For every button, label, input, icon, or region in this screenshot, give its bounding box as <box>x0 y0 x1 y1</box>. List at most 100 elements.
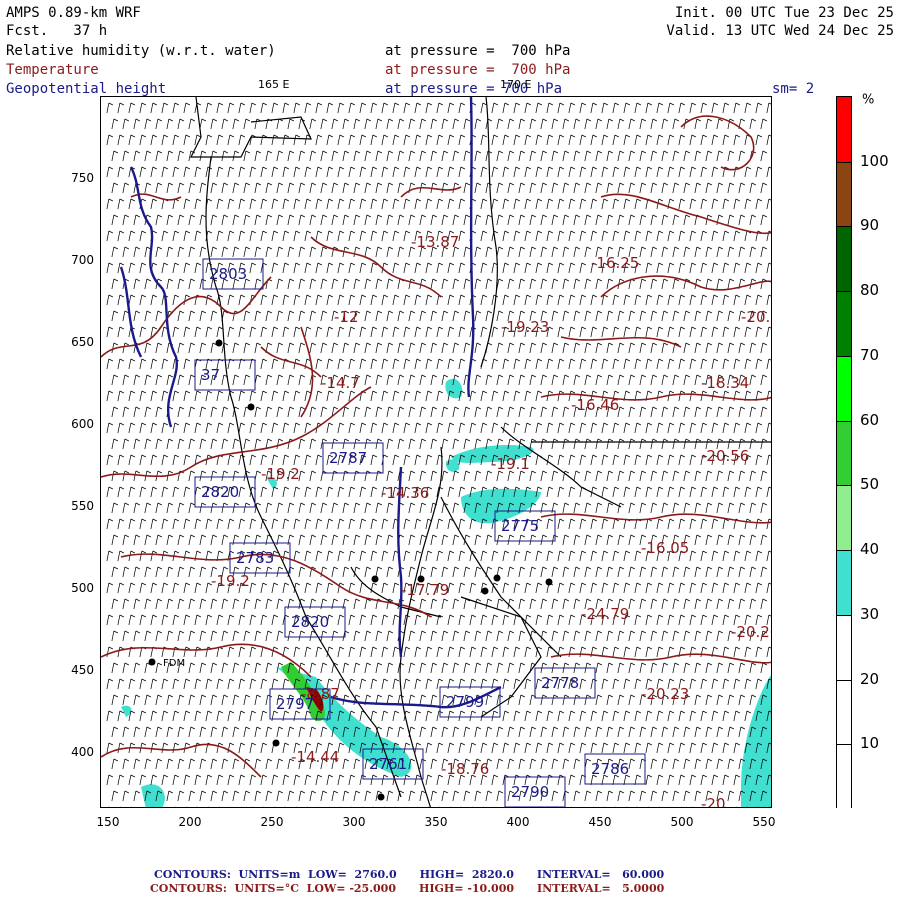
wind-barb <box>304 582 312 594</box>
wind-barb <box>188 342 196 354</box>
wind-barb <box>590 134 598 146</box>
wind-barb <box>304 646 312 658</box>
wind-barb <box>287 406 295 418</box>
wind-barb <box>727 406 735 418</box>
wind-barb <box>293 198 301 210</box>
wind-barb <box>320 182 328 194</box>
colorbar-segment <box>837 614 851 681</box>
wind-barb <box>249 422 257 434</box>
wind-barb <box>491 390 499 402</box>
wind-barb <box>122 150 130 162</box>
wind-barb <box>551 118 559 130</box>
wind-barb <box>139 518 147 530</box>
height-label: 2786 <box>591 760 629 778</box>
wind-barb <box>133 598 141 610</box>
wind-barb <box>221 438 229 450</box>
wind-barb <box>397 438 405 450</box>
wind-barb <box>183 582 191 594</box>
wind-barb <box>436 390 444 402</box>
wind-barb <box>623 454 631 466</box>
wind-barb <box>524 198 532 210</box>
wind-barb <box>243 310 251 322</box>
wind-barb <box>155 246 163 258</box>
wind-barb <box>232 726 240 738</box>
x-tick-label: 250 <box>260 815 284 829</box>
wind-barb <box>161 614 169 626</box>
temperature-label: -19.2 <box>261 465 300 483</box>
wind-barb <box>364 374 372 386</box>
wind-barb <box>326 230 334 242</box>
forecast-hour: Fcst. 37 h <box>6 23 108 39</box>
wind-barb <box>447 358 455 370</box>
wind-barb <box>205 774 213 786</box>
wind-barb <box>353 630 361 642</box>
wind-barb <box>507 534 515 546</box>
wind-barb <box>518 278 526 290</box>
wind-barb <box>645 646 653 658</box>
wind-barb <box>562 374 570 386</box>
wind-barb <box>672 726 680 738</box>
wind-barb <box>749 118 757 130</box>
wind-barb <box>606 214 614 226</box>
wind-barb <box>386 278 394 290</box>
wind-barb <box>425 646 433 658</box>
wind-barb <box>749 566 757 578</box>
wind-barb <box>232 598 240 610</box>
wind-barb <box>139 582 147 594</box>
wind-barb <box>359 518 367 530</box>
wind-barb <box>144 118 152 130</box>
wind-barb <box>155 406 163 418</box>
wind-barb <box>535 230 543 242</box>
wind-barb <box>370 390 378 402</box>
wind-barb <box>458 742 466 754</box>
wind-barb <box>150 134 158 146</box>
wind-barb <box>634 582 642 594</box>
wind-barb <box>518 726 526 738</box>
wind-barb <box>370 166 378 178</box>
wind-barb <box>381 198 389 210</box>
wind-barb <box>491 422 499 434</box>
wind-barb <box>570 806 572 807</box>
wind-barb <box>117 198 125 210</box>
wind-barb <box>735 806 737 807</box>
wind-barb <box>221 182 229 194</box>
wind-barb <box>403 326 411 338</box>
wind-barb <box>144 278 152 290</box>
wind-barb <box>452 630 460 642</box>
wind-barb <box>227 678 235 690</box>
wind-barb <box>133 118 141 130</box>
wind-barb <box>320 502 328 514</box>
wind-barb <box>579 230 587 242</box>
wind-barb <box>579 102 587 114</box>
wind-barb <box>760 342 768 354</box>
wind-barb <box>381 678 389 690</box>
wind-barb <box>507 246 515 258</box>
wind-barb <box>172 102 180 114</box>
wind-barb <box>364 406 372 418</box>
wind-barb <box>298 310 306 322</box>
wind-barb <box>238 102 246 114</box>
wind-barb <box>562 534 570 546</box>
wind-barb <box>419 694 427 706</box>
wind-barb <box>293 230 301 242</box>
wind-barb <box>711 326 719 338</box>
wind-barb <box>117 678 125 690</box>
wind-barb <box>513 134 521 146</box>
wind-barb <box>557 486 565 498</box>
wind-barb <box>188 598 196 610</box>
wind-barb <box>260 422 268 434</box>
wind-barb <box>342 630 350 642</box>
wind-barb <box>122 374 130 386</box>
wind-barb <box>562 278 570 290</box>
wind-barb <box>540 470 548 482</box>
wind-barb <box>661 374 669 386</box>
wind-barb <box>480 134 488 146</box>
wind-barb <box>386 726 394 738</box>
wind-barb <box>364 118 372 130</box>
wind-barb <box>529 534 537 546</box>
wind-barb <box>628 342 636 354</box>
wind-barb <box>111 182 119 194</box>
colorbar-label: 10 <box>860 734 880 753</box>
wind-barb <box>320 438 328 450</box>
colorbar-segment <box>837 550 851 616</box>
